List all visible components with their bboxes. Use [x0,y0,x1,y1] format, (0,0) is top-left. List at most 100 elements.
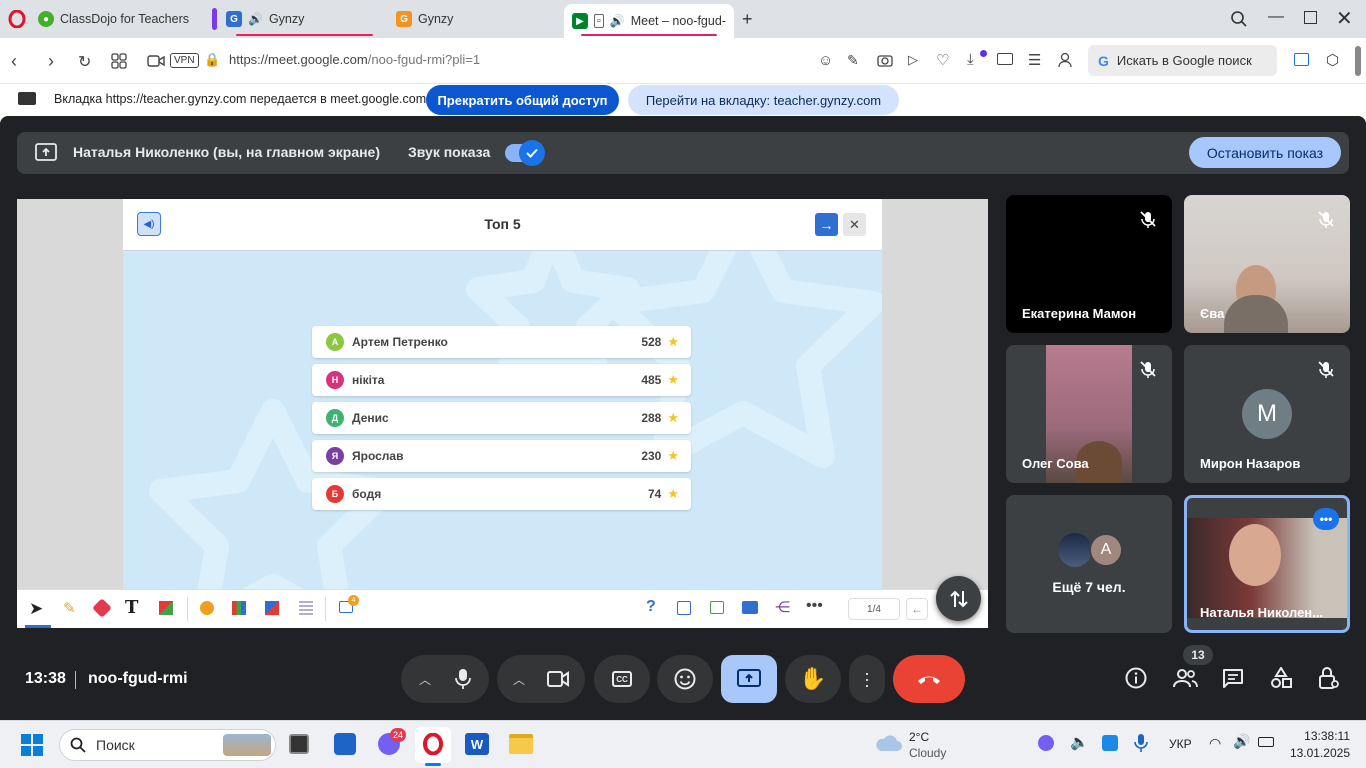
emoji-icon[interactable]: ☺ [818,52,833,69]
captions-button[interactable]: CC [594,655,650,703]
weather-desc[interactable]: Cloudy [909,746,946,760]
restore-icon[interactable] [1304,11,1317,24]
back-icon[interactable]: ‹ [11,51,17,72]
tab-gynzy-2[interactable]: G Gynzy [388,4,560,34]
new-tab-icon[interactable]: + [742,9,753,30]
activities-icon[interactable] [1270,667,1292,689]
media-icon[interactable] [265,601,279,615]
camera-permission-icon[interactable] [147,54,165,68]
add-page-icon[interactable] [710,601,724,614]
people-icon[interactable] [1172,667,1198,689]
save-icon[interactable] [677,601,691,615]
video-popout-icon[interactable] [997,53,1013,65]
participant-tile[interactable]: Екатерина Мамон [1006,195,1172,333]
swap-layout-button[interactable] [936,576,981,621]
tab-audio-indicator [581,34,717,36]
opera-taskbar-icon[interactable] [422,733,444,755]
text-tool-icon[interactable]: T [125,597,138,618]
participant-tile[interactable]: Єва [1184,195,1350,333]
share-icon[interactable]: ⋲ [775,598,790,616]
page-indicator[interactable]: 1/4 [848,598,900,620]
meeting-info-icon[interactable] [1125,667,1147,689]
chat-icon[interactable] [1222,668,1244,689]
library-icon[interactable] [232,601,246,615]
more-participants-tile[interactable]: A Ещё 7 чел. [1006,495,1172,633]
leave-call-button[interactable] [893,655,965,703]
weather-temp[interactable]: 2°C [909,730,929,744]
taskbar-search-input[interactable]: Поиск [59,729,276,761]
edit-share-icon[interactable]: ✎ [847,52,859,69]
pip-icon[interactable]: ▫ [593,14,604,28]
clock-date[interactable]: 13.01.2025 [1282,746,1350,760]
security-tray-icon[interactable] [1102,735,1118,751]
microphone-tray-icon[interactable] [1134,733,1148,753]
microphone-icon[interactable] [455,668,471,690]
forward-icon[interactable]: › [48,51,54,72]
player-icon[interactable]: ▷ [908,52,918,68]
speaker-icon[interactable]: 🔊 [610,14,625,28]
stop-presenting-button[interactable]: Остановить показ [1189,137,1341,168]
profile-icon[interactable] [1058,52,1072,68]
go-to-tab-button[interactable]: Перейти на вкладку: teacher.gynzy.com [628,85,899,115]
stop-sharing-button[interactable]: Прекратить общий доступ [426,85,619,115]
next-arrow-button[interactable]: → [815,213,838,236]
wifi-icon[interactable]: ◠ [1209,735,1221,752]
tools-icon[interactable] [200,601,214,615]
word-icon[interactable]: W [465,733,489,755]
pen-tool-icon[interactable]: ✎ [63,599,76,617]
speaker-tray-icon[interactable]: 🔊 [1233,733,1250,750]
file-explorer-icon[interactable] [509,734,533,754]
tab-meet[interactable]: ▶ ▫ 🔊 Meet – noo-fgud-r [564,4,734,38]
sidebar-panel-icon[interactable] [1294,53,1309,66]
battery-icon[interactable] [1258,737,1274,747]
raise-hand-button[interactable]: ✋ [785,655,841,703]
reactions-button[interactable] [657,655,713,703]
shapes-tool-icon[interactable] [159,601,173,615]
participant-tile[interactable]: M Мирон Назаров [1184,345,1350,483]
host-controls-icon[interactable] [1318,666,1340,690]
help-icon[interactable]: ? [646,598,656,616]
tab-classdojo[interactable]: ● ClassDojo for Teachers [30,4,206,34]
tile-options-icon[interactable]: ••• [1313,508,1339,530]
easy-setup-icon[interactable]: ☰ [1028,51,1041,69]
snapshot-icon[interactable] [877,53,893,67]
presentation-sound-toggle[interactable] [505,140,545,166]
present-now-button[interactable] [721,655,777,703]
audio-options-icon[interactable]: ︿ [419,671,431,688]
pointer-tool-icon[interactable]: ➤ [29,599,43,619]
lines-icon[interactable] [299,601,313,615]
more-icon[interactable]: ••• [806,597,823,615]
close-window-icon[interactable]: ✕ [1336,6,1353,31]
video-options-icon[interactable]: ︿ [513,671,525,688]
lock-icon[interactable]: 🔒 [204,52,220,68]
self-participant-tile[interactable]: ••• Наталья Николен... [1184,495,1350,633]
input-language[interactable]: УКР [1169,737,1192,751]
clock-time[interactable]: 13:38:11 [1290,729,1350,743]
download-icon[interactable]: ⤓ [967,51,974,68]
more-options-button[interactable]: · · · [849,655,885,703]
heart-icon[interactable]: ♡ [936,51,949,69]
volume-muted-tray-icon[interactable]: 🔈 [1070,733,1089,751]
viber-tray-icon[interactable] [1038,735,1054,751]
prev-page-icon[interactable]: ← [906,598,928,620]
search-tabs-icon[interactable] [1230,10,1248,28]
task-view-icon[interactable] [289,734,309,754]
folder-icon[interactable] [742,601,758,614]
minimize-icon[interactable]: — [1268,8,1284,26]
speed-dial-icon[interactable] [111,53,127,69]
sidebar-scroll-handle[interactable] [1355,46,1361,76]
extensions-cube-icon[interactable]: ⬡ [1326,51,1339,69]
tab-gynzy-1[interactable]: G 🔊 Gynzy [218,4,388,34]
speaker-icon[interactable]: 🔊 [248,12,263,26]
participant-tile[interactable]: Олег Сова [1006,345,1172,483]
close-board-button[interactable]: ✕ [843,213,866,236]
windows-start-icon[interactable] [21,734,43,756]
eraser-tool-icon[interactable] [92,598,112,618]
url-field[interactable]: https://meet.google.com/noo-fgud-rmi?pli… [229,52,480,67]
reload-icon[interactable]: ↻ [78,52,91,72]
vpn-badge[interactable]: VPN [170,53,199,68]
opera-logo-icon[interactable] [8,10,26,28]
google-search-input[interactable]: G Искать в Google поиск [1088,45,1277,76]
store-icon[interactable] [334,733,356,755]
camera-icon[interactable] [547,671,569,687]
